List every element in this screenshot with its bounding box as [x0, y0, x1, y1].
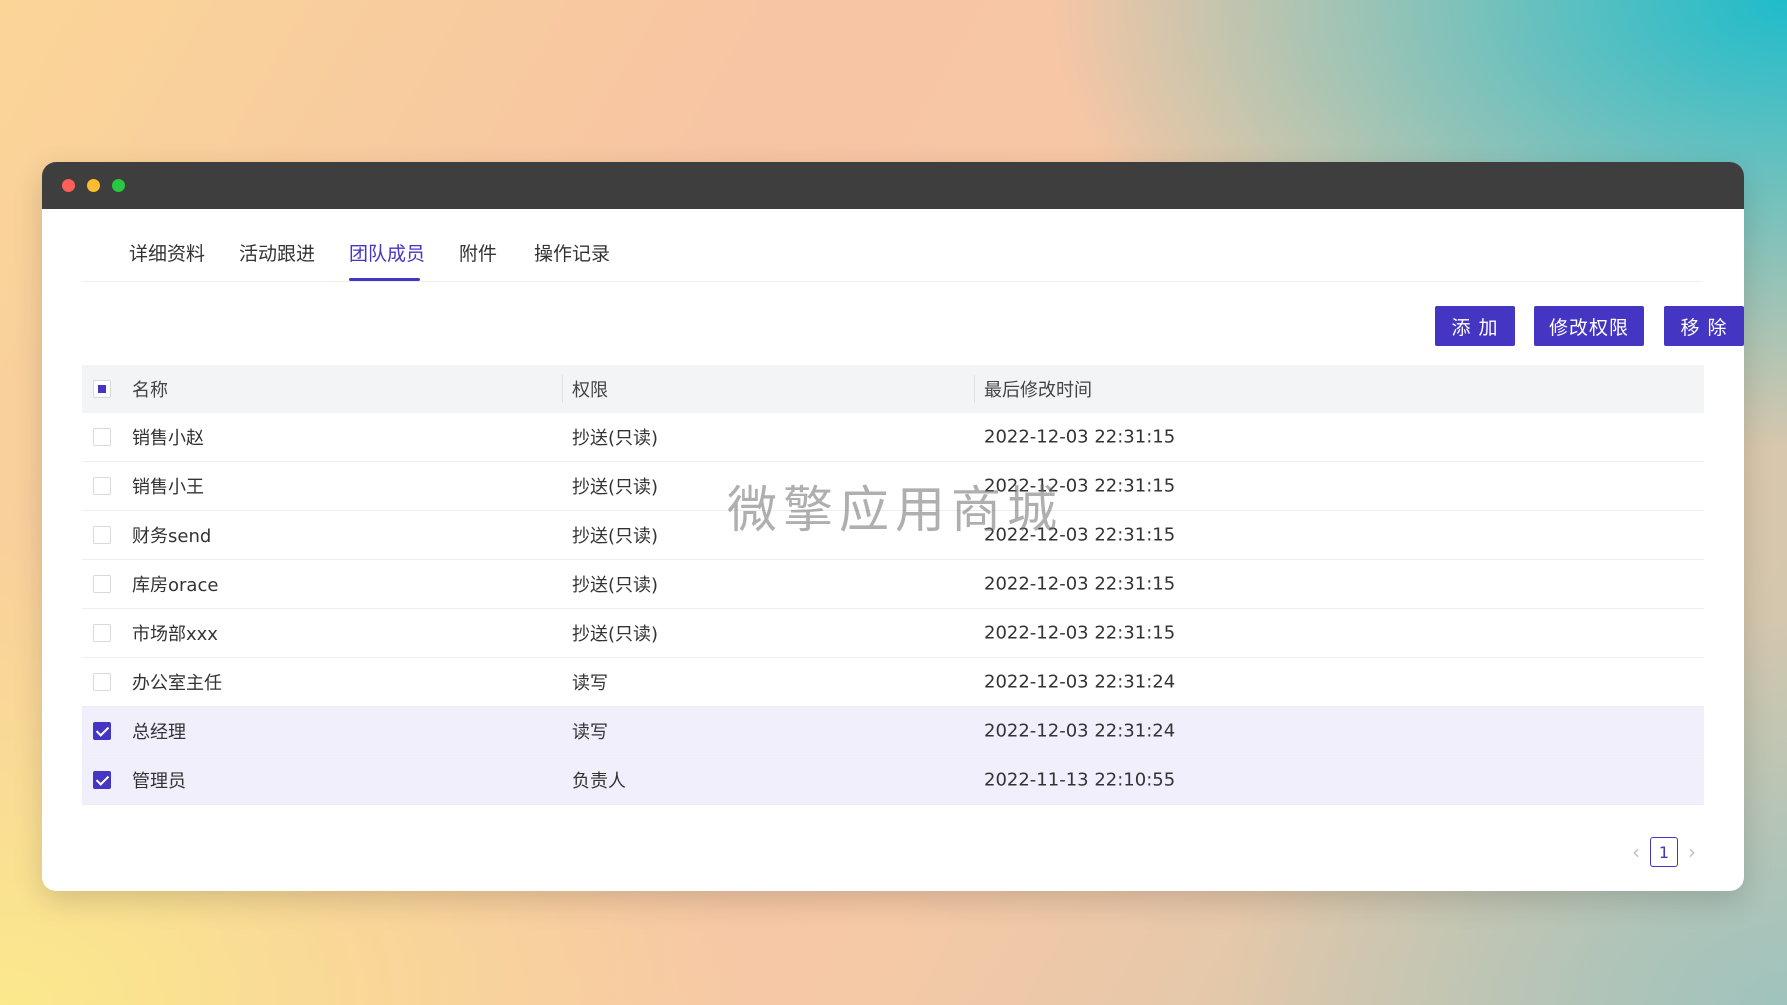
member-permission: 抄送(只读) [572, 624, 659, 645]
member-name: 销售小赵 [132, 428, 204, 449]
member-modified-time: 2022-12-03 22:31:15 [984, 475, 1176, 497]
row-checkbox[interactable] [93, 575, 111, 593]
member-modified-time: 2022-12-03 22:31:15 [984, 573, 1176, 595]
main-content: 详细资料 活动跟进 团队成员 附件 操作记录 添 加 修改权限 移 除 名称 权… [82, 209, 1744, 891]
member-name: 财务send [132, 526, 212, 547]
member-modified-time: 2022-12-03 22:31:15 [984, 622, 1176, 644]
close-window-button[interactable] [62, 179, 75, 192]
table-row[interactable]: 销售小王 抄送(只读) 2022-12-03 22:31:15 [82, 462, 1704, 511]
member-permission: 负责人 [572, 771, 626, 792]
member-modified-time: 2022-12-03 22:31:24 [984, 671, 1176, 693]
member-permission: 抄送(只读) [572, 526, 659, 547]
tab-team-members[interactable]: 团队成员 [349, 239, 425, 266]
member-name: 管理员 [132, 771, 186, 792]
member-permission: 抄送(只读) [572, 575, 659, 596]
tab-details[interactable]: 详细资料 [129, 239, 205, 266]
row-checkbox[interactable] [93, 477, 111, 495]
member-permission: 读写 [572, 722, 608, 743]
pagination: ‹ 1 › [1622, 837, 1706, 867]
column-header-permission: 权限 [572, 380, 608, 401]
member-name: 市场部xxx [132, 624, 218, 645]
tab-activity[interactable]: 活动跟进 [239, 239, 315, 266]
member-name: 库房orace [132, 575, 219, 596]
row-checkbox[interactable] [93, 673, 111, 691]
tab-attachments[interactable]: 附件 [459, 239, 497, 266]
minimize-window-button[interactable] [87, 179, 100, 192]
member-modified-time: 2022-11-13 22:10:55 [984, 769, 1176, 791]
member-modified-time: 2022-12-03 22:31:24 [984, 720, 1176, 742]
member-modified-time: 2022-12-03 22:31:15 [984, 426, 1176, 448]
tab-bar: 详细资料 活动跟进 团队成员 附件 操作记录 [82, 209, 1702, 282]
table-row[interactable]: 管理员 负责人 2022-11-13 22:10:55 [82, 756, 1704, 805]
members-table: 名称 权限 最后修改时间 销售小赵 抄送(只读) 2022-12-03 22:3… [82, 365, 1704, 805]
edit-permission-button[interactable]: 修改权限 [1534, 306, 1644, 346]
row-checkbox[interactable] [93, 526, 111, 544]
maximize-window-button[interactable] [112, 179, 125, 192]
table-header: 名称 权限 最后修改时间 [82, 365, 1704, 413]
column-divider [562, 375, 563, 403]
row-checkbox[interactable] [93, 428, 111, 446]
column-header-modified: 最后修改时间 [984, 380, 1092, 401]
remove-button[interactable]: 移 除 [1664, 306, 1744, 346]
add-button[interactable]: 添 加 [1435, 306, 1515, 346]
next-page-icon[interactable]: › [1678, 840, 1706, 864]
table-row[interactable]: 销售小赵 抄送(只读) 2022-12-03 22:31:15 [82, 413, 1704, 462]
row-checkbox[interactable] [93, 771, 111, 789]
column-header-name: 名称 [132, 380, 168, 401]
column-divider [974, 375, 975, 403]
row-checkbox[interactable] [93, 722, 111, 740]
table-row[interactable]: 办公室主任 读写 2022-12-03 22:31:24 [82, 658, 1704, 707]
table-row[interactable]: 总经理 读写 2022-12-03 22:31:24 [82, 707, 1704, 756]
tab-operation-log[interactable]: 操作记录 [534, 239, 610, 266]
table-row[interactable]: 市场部xxx 抄送(只读) 2022-12-03 22:31:15 [82, 609, 1704, 658]
prev-page-icon[interactable]: ‹ [1622, 840, 1650, 864]
page-number-current[interactable]: 1 [1650, 837, 1678, 867]
select-all-checkbox[interactable] [93, 380, 111, 398]
app-window: 详细资料 活动跟进 团队成员 附件 操作记录 添 加 修改权限 移 除 名称 权… [42, 162, 1744, 891]
member-permission: 抄送(只读) [572, 477, 659, 498]
row-checkbox[interactable] [93, 624, 111, 642]
table-row[interactable]: 库房orace 抄送(只读) 2022-12-03 22:31:15 [82, 560, 1704, 609]
member-permission: 抄送(只读) [572, 428, 659, 449]
member-permission: 读写 [572, 673, 608, 694]
active-tab-indicator [349, 278, 420, 281]
member-name: 总经理 [132, 722, 186, 743]
member-name: 办公室主任 [132, 673, 222, 694]
window-titlebar [42, 162, 1744, 209]
table-row[interactable]: 财务send 抄送(只读) 2022-12-03 22:31:15 [82, 511, 1704, 560]
member-modified-time: 2022-12-03 22:31:15 [984, 524, 1176, 546]
member-name: 销售小王 [132, 477, 204, 498]
